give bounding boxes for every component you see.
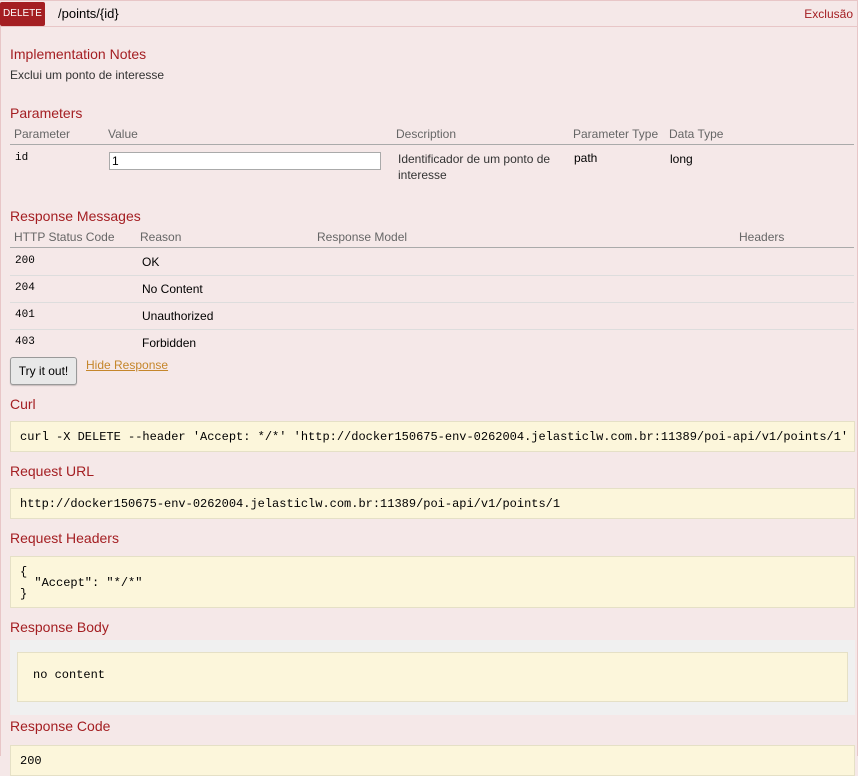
parameters-heading: Parameters xyxy=(10,105,83,121)
operation-summary-link[interactable]: Exclusão xyxy=(804,7,853,21)
parameter-value-input[interactable] xyxy=(109,152,381,170)
reason-403: Forbidden xyxy=(142,336,197,350)
col-reason: Reason xyxy=(140,230,182,244)
try-it-out-button[interactable]: Try it out! xyxy=(10,357,77,385)
curl-command: curl -X DELETE --header 'Accept: */*' 'h… xyxy=(20,430,849,444)
request-headers-line: "Accept": "*/*" xyxy=(20,576,143,590)
response-body-text: no content xyxy=(33,668,106,682)
col-response-model: Response Model xyxy=(317,230,408,244)
col-parameter: Parameter xyxy=(14,127,71,141)
parameters-table-header: Parameter Value Description Parameter Ty… xyxy=(10,125,854,145)
col-http-status-code: HTTP Status Code xyxy=(14,230,115,244)
response-body-container: no content xyxy=(10,640,855,715)
col-data-type: Data Type xyxy=(669,127,724,141)
response-body-box[interactable]: no content xyxy=(17,652,848,702)
parameter-data-type: long xyxy=(670,152,693,166)
request-headers-line: } xyxy=(20,587,28,601)
request-headers-box[interactable]: { "Accept": "*/*" } xyxy=(10,556,855,608)
response-code-box[interactable]: 200 xyxy=(10,745,855,776)
request-url-box[interactable]: http://docker150675-env-0262004.jelastic… xyxy=(10,488,855,519)
status-code-401: 401 xyxy=(15,309,35,321)
col-value: Value xyxy=(108,127,138,141)
hide-response-link[interactable]: Hide Response xyxy=(86,358,168,372)
response-messages-table-header: HTTP Status Code Reason Response Model H… xyxy=(10,228,854,248)
request-headers-heading: Request Headers xyxy=(10,530,119,546)
col-headers: Headers xyxy=(739,230,785,244)
status-code-403: 403 xyxy=(15,336,35,348)
status-code-204: 204 xyxy=(15,282,35,294)
endpoint-path[interactable]: /points/{id} xyxy=(58,6,119,21)
reason-200: OK xyxy=(142,255,160,269)
parameter-name: id xyxy=(15,152,29,164)
response-body-heading: Response Body xyxy=(10,619,109,635)
parameter-description-line1: Identificador de um ponto de xyxy=(398,152,551,166)
row-divider xyxy=(10,302,854,303)
http-method-badge[interactable]: DELETE xyxy=(0,2,45,26)
curl-heading: Curl xyxy=(10,396,36,412)
operation-header[interactable]: DELETE /points/{id} Exclusão xyxy=(0,0,858,27)
reason-204: No Content xyxy=(142,282,203,296)
status-code-200: 200 xyxy=(15,255,35,267)
request-url-heading: Request URL xyxy=(10,463,95,479)
row-divider xyxy=(10,329,854,330)
col-description: Description xyxy=(396,127,457,141)
response-code-heading: Response Code xyxy=(10,718,111,734)
col-parameter-type: Parameter Type xyxy=(573,127,659,141)
implementation-notes-text: Exclui um ponto de interesse xyxy=(10,68,165,82)
row-divider xyxy=(10,275,854,276)
response-messages-heading: Response Messages xyxy=(10,208,141,224)
parameter-type: path xyxy=(574,151,598,165)
request-url: http://docker150675-env-0262004.jelastic… xyxy=(20,497,561,511)
curl-command-box[interactable]: curl -X DELETE --header 'Accept: */*' 'h… xyxy=(10,421,855,452)
implementation-notes-heading: Implementation Notes xyxy=(10,46,147,62)
response-code: 200 xyxy=(20,754,42,768)
parameter-description-line2: interesse xyxy=(398,168,447,182)
operation-content: Implementation Notes Exclui um ponto de … xyxy=(0,27,858,776)
reason-401: Unauthorized xyxy=(142,309,214,323)
